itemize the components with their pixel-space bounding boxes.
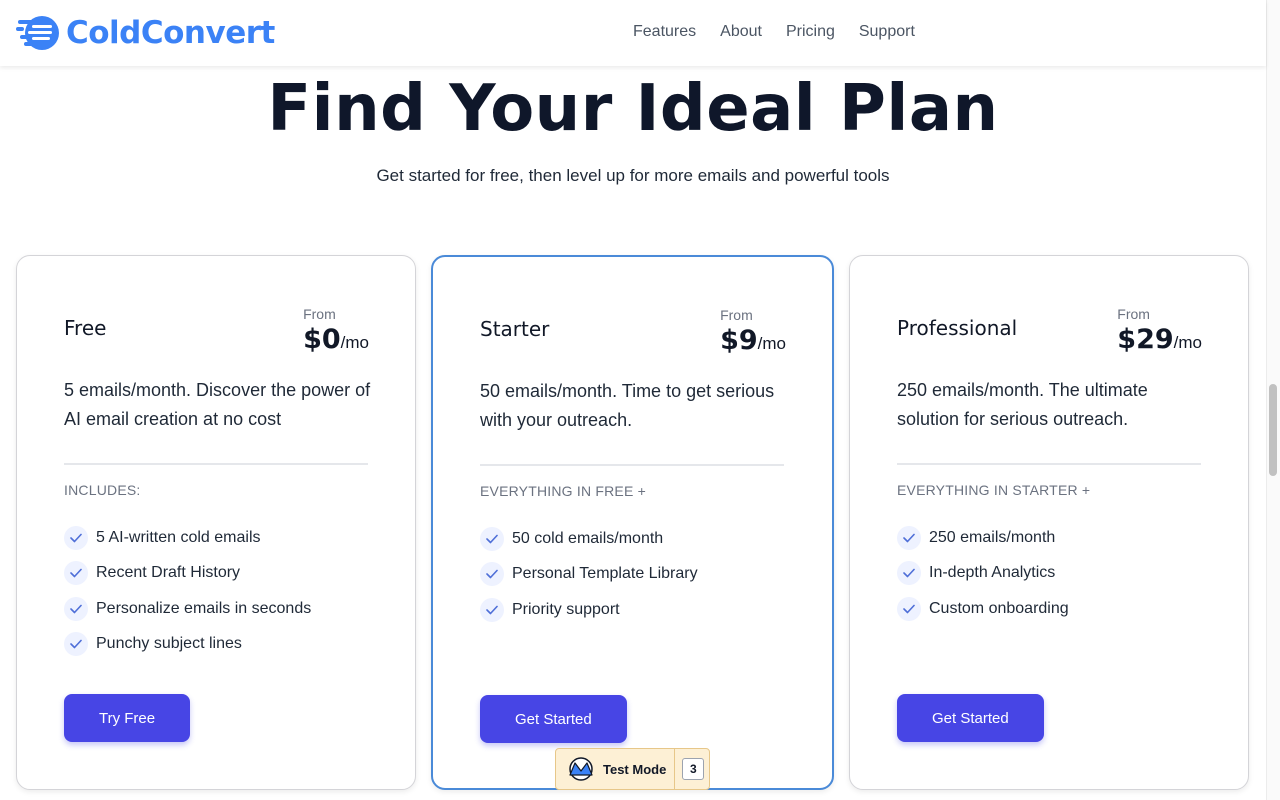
plan-card-free: Free From $0/mo 5 emails/month. Discover… — [16, 255, 416, 790]
plan-price: From $9/mo — [720, 307, 786, 356]
nav-features[interactable]: Features — [633, 23, 696, 41]
check-icon — [897, 525, 921, 550]
plan-name: Starter — [480, 317, 550, 341]
feature-item: Priority support — [480, 592, 698, 628]
feature-text: Personal Template Library — [512, 565, 698, 583]
feature-list: 5 AI-written cold emails Recent Draft Hi… — [64, 520, 311, 662]
feature-item: Recent Draft History — [64, 556, 311, 592]
test-mode-badge[interactable]: Test Mode 3 — [555, 748, 710, 790]
main-nav: Features About Pricing Support — [633, 23, 915, 41]
price-amount: $9 — [720, 325, 758, 356]
price-amount: $0 — [303, 324, 341, 355]
top-navbar: ColdConvert Features About Pricing Suppo… — [0, 0, 1266, 66]
plan-description: 5 emails/month. Discover the power of AI… — [64, 380, 371, 429]
plan-price: From $29/mo — [1117, 306, 1202, 355]
feature-item: In-depth Analytics — [897, 556, 1069, 592]
check-icon — [64, 561, 88, 586]
divider — [897, 463, 1201, 465]
feature-text: Custom onboarding — [929, 599, 1069, 617]
test-mode-count: 3 — [682, 758, 705, 780]
check-icon — [897, 596, 921, 621]
price-from-label: From — [1117, 306, 1150, 322]
brand-name: ColdConvert — [66, 15, 275, 51]
divider — [674, 749, 676, 789]
feature-text: Punchy subject lines — [96, 635, 242, 653]
get-started-button[interactable]: Get Started — [480, 695, 627, 743]
plan-description: 250 emails/month. The ultimate solution … — [897, 380, 1148, 429]
price-amount: $29 — [1117, 324, 1174, 355]
feature-text: Personalize emails in seconds — [96, 599, 312, 617]
feature-item: 50 cold emails/month — [480, 521, 698, 557]
check-icon — [64, 596, 88, 621]
try-free-button[interactable]: Try Free — [64, 694, 191, 742]
feature-item: 5 AI-written cold emails — [64, 520, 311, 556]
divider — [480, 464, 784, 466]
feature-item: Punchy subject lines — [64, 627, 311, 663]
test-mode-label: Test Mode — [603, 761, 667, 777]
plan-description: 50 emails/month. Time to get serious wit… — [480, 381, 775, 430]
nav-support[interactable]: Support — [859, 23, 915, 41]
feature-item: Personalize emails in seconds — [64, 591, 311, 627]
nav-pricing[interactable]: Pricing — [786, 23, 835, 41]
includes-label: INCLUDES: — [64, 482, 141, 498]
feature-text: 250 emails/month — [929, 528, 1056, 546]
nav-about[interactable]: About — [720, 23, 762, 41]
includes-label: EVERYTHING IN STARTER + — [897, 482, 1091, 498]
feature-item: Personal Template Library — [480, 557, 698, 593]
feature-text: 50 cold emails/month — [512, 529, 664, 547]
plan-card-starter: Starter From $9/mo 50 emails/month. Time… — [431, 255, 834, 790]
feature-text: Recent Draft History — [96, 564, 241, 582]
feature-text: 5 AI-written cold emails — [96, 528, 261, 546]
check-icon — [64, 525, 88, 550]
price-from-label: From — [720, 307, 753, 323]
brand-logo[interactable]: ColdConvert — [16, 14, 275, 52]
get-started-button[interactable]: Get Started — [897, 694, 1044, 742]
check-icon — [480, 562, 504, 587]
price-unit: /mo — [757, 334, 786, 353]
page-title: Find Your Ideal Plan — [267, 72, 999, 146]
feature-item: 250 emails/month — [897, 520, 1069, 556]
check-icon — [897, 561, 921, 586]
plan-card-professional: Professional From $29/mo 250 emails/mont… — [849, 255, 1249, 790]
feature-list: 250 emails/month In-depth Analytics Cust… — [897, 520, 1069, 627]
page-scrollbar[interactable] — [1266, 0, 1280, 800]
feature-list: 50 cold emails/month Personal Template L… — [480, 521, 698, 628]
test-mode-logo-icon — [569, 757, 593, 781]
includes-label: EVERYTHING IN FREE + — [480, 483, 646, 499]
plan-name: Professional — [897, 316, 1018, 340]
check-icon — [480, 526, 504, 551]
logo-icon — [16, 16, 59, 50]
plan-price: From $0/mo — [303, 306, 369, 355]
check-icon — [480, 597, 504, 622]
feature-text: In-depth Analytics — [929, 564, 1056, 582]
page-subtitle: Get started for free, then level up for … — [376, 166, 890, 185]
feature-text: Priority support — [512, 600, 620, 618]
price-unit: /mo — [1173, 333, 1202, 352]
scrollbar-thumb[interactable] — [1269, 384, 1277, 476]
feature-item: Custom onboarding — [897, 591, 1069, 627]
price-from-label: From — [303, 306, 336, 322]
price-unit: /mo — [340, 333, 369, 352]
plan-name: Free — [64, 316, 107, 340]
divider — [64, 463, 368, 465]
check-icon — [64, 632, 88, 657]
